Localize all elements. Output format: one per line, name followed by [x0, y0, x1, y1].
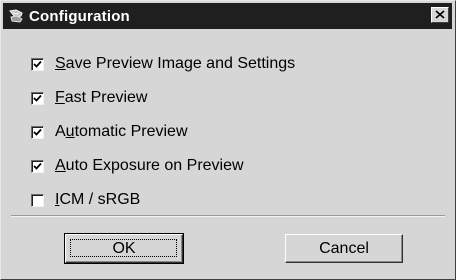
- fast-preview-label: Fast Preview: [55, 89, 148, 106]
- checkmark-icon: [33, 94, 42, 102]
- configuration-dialog: Configuration Save Preview Image and Set…: [0, 0, 456, 280]
- save-preview-label: Save Preview Image and Settings: [55, 55, 296, 72]
- auto-exposure-label: Auto Exposure on Preview: [55, 157, 244, 174]
- separator: [11, 215, 445, 217]
- title-bar[interactable]: Configuration: [3, 3, 452, 29]
- save-preview-checkbox[interactable]: [31, 57, 44, 71]
- fast-preview-checkbox[interactable]: [31, 91, 44, 105]
- checkmark-icon: [33, 162, 42, 170]
- focus-rectangle: [70, 239, 177, 257]
- checkmark-icon: [33, 60, 42, 68]
- cancel-button-label: Cancel: [319, 239, 369, 257]
- icm-srgb-checkbox[interactable]: [31, 193, 44, 207]
- close-button[interactable]: [431, 7, 449, 23]
- option-automatic-preview[interactable]: Automatic Preview: [31, 117, 295, 147]
- close-x-icon: [435, 6, 445, 24]
- automatic-preview-checkbox[interactable]: [31, 125, 44, 139]
- scanner-app-icon: [8, 8, 24, 24]
- dialog-title: Configuration: [29, 7, 130, 25]
- option-icm-srgb[interactable]: ICM / sRGB: [31, 185, 295, 215]
- options-group: Save Preview Image and Settings Fast Pre…: [31, 49, 295, 219]
- checkmark-icon: [33, 128, 42, 136]
- cancel-button[interactable]: Cancel: [285, 234, 403, 263]
- icm-srgb-label: ICM / sRGB: [55, 191, 141, 208]
- auto-exposure-checkbox[interactable]: [31, 159, 44, 173]
- ok-button[interactable]: OK: [64, 233, 184, 264]
- option-fast-preview[interactable]: Fast Preview: [31, 83, 295, 113]
- automatic-preview-label: Automatic Preview: [55, 123, 188, 140]
- option-save-preview-image[interactable]: Save Preview Image and Settings: [31, 49, 295, 79]
- option-auto-exposure[interactable]: Auto Exposure on Preview: [31, 151, 295, 181]
